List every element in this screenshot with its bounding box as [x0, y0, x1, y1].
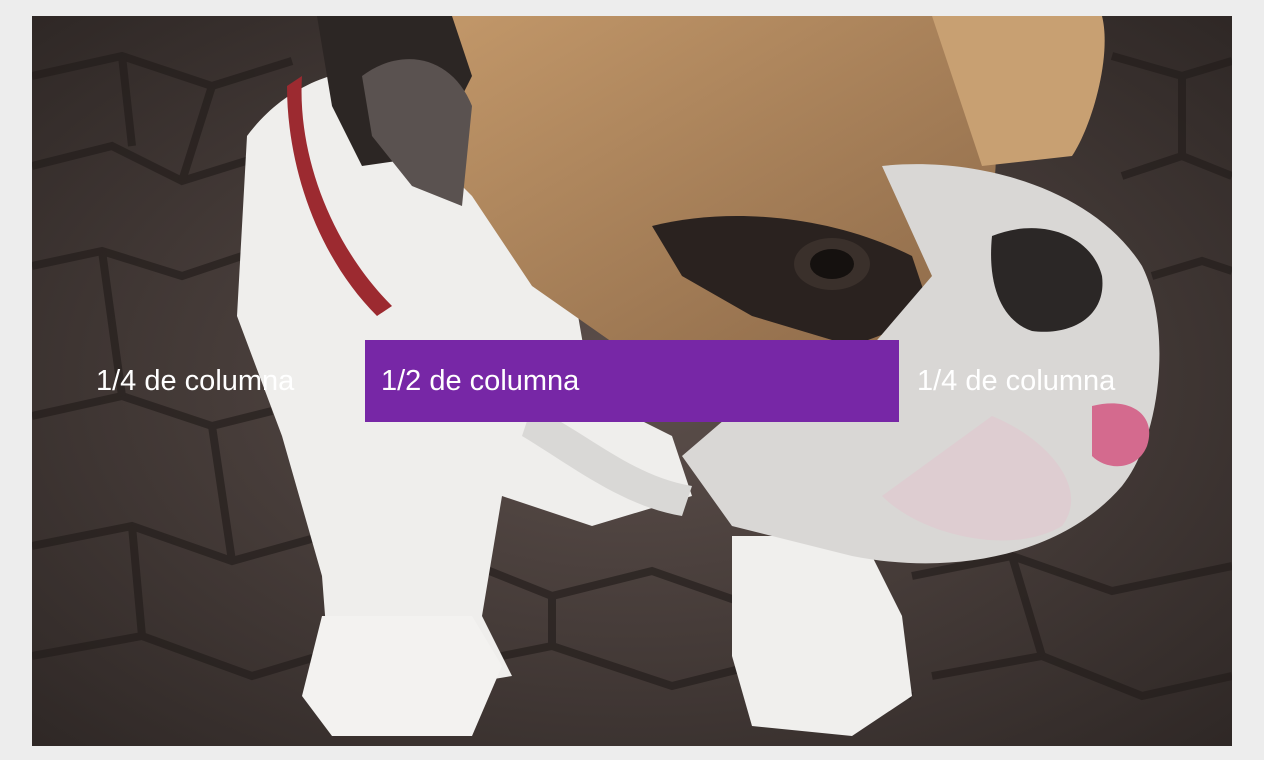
half-column: 1/2 de columna	[365, 340, 899, 422]
half-column-label: 1/2 de columna	[381, 365, 580, 397]
cover-block: 1/4 de columna 1/2 de columna 1/4 de col…	[32, 16, 1232, 746]
quarter-column-left-label: 1/4 de columna	[96, 365, 295, 397]
quarter-column-right: 1/4 de columna	[899, 340, 1232, 422]
column-row: 1/4 de columna 1/2 de columna 1/4 de col…	[32, 340, 1232, 422]
quarter-column-left: 1/4 de columna	[32, 340, 365, 422]
quarter-column-right-label: 1/4 de columna	[917, 365, 1116, 397]
